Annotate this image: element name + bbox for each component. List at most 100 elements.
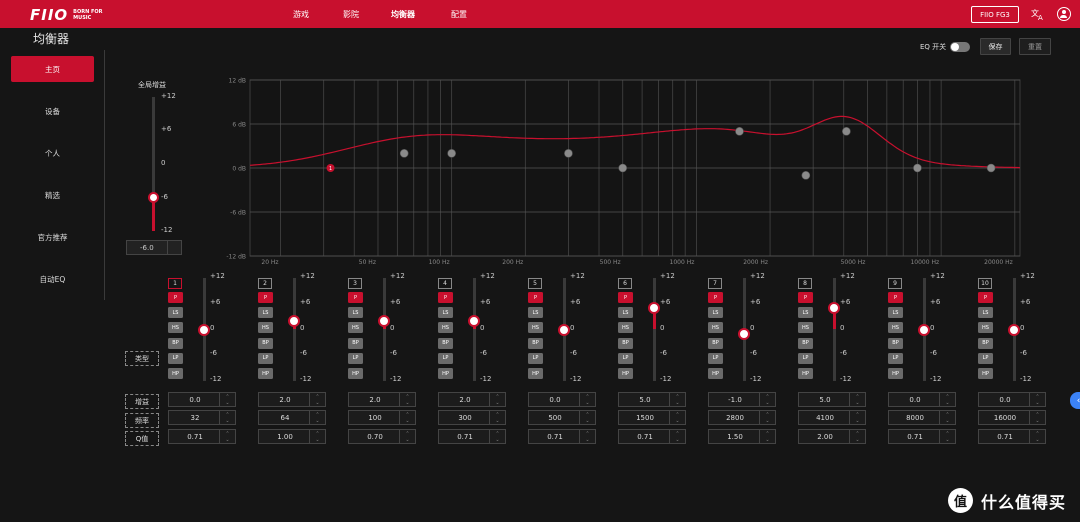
filter-type-button[interactable]: HS <box>528 322 543 334</box>
filter-type-button[interactable]: P <box>708 292 723 303</box>
band-gain-slider-thumb[interactable] <box>738 327 750 340</box>
filter-type-button[interactable]: HP <box>528 368 543 379</box>
band-gain-slider-thumb[interactable] <box>288 314 300 327</box>
band-number-label[interactable]: 7 <box>708 278 722 289</box>
filter-type-button[interactable]: LP <box>978 352 993 364</box>
filter-type-button[interactable]: LS <box>978 307 993 319</box>
band-q-input[interactable]: 0.71 ⌃ ⌄ <box>618 429 686 444</box>
filter-type-button[interactable]: HS <box>798 322 813 334</box>
filter-type-button[interactable]: BP <box>708 337 723 349</box>
band-number-label[interactable]: 1 <box>168 278 182 289</box>
filter-type-button[interactable]: HP <box>438 368 453 379</box>
band-q-input[interactable]: 0.71 ⌃ ⌄ <box>438 429 506 444</box>
band-gain-input[interactable]: 2.0 ⌃ ⌄ <box>438 392 506 407</box>
band-gain-input[interactable]: 2.0 ⌃ ⌄ <box>348 392 416 407</box>
filter-type-button[interactable]: LP <box>618 352 633 364</box>
band-freq-input[interactable]: 1500 ⌃ ⌄ <box>618 410 686 425</box>
band-gain-slider-thumb[interactable] <box>648 302 660 315</box>
stepper-arrows-icon[interactable]: ⌃ ⌄ <box>399 393 415 406</box>
filter-type-button[interactable]: LS <box>618 307 633 319</box>
band-freq-input[interactable]: 2800 ⌃ ⌄ <box>708 410 776 425</box>
band-gain-input[interactable]: 2.0 ⌃ ⌄ <box>258 392 326 407</box>
band-gain-track[interactable] <box>293 278 296 381</box>
band-number-label[interactable]: 5 <box>528 278 542 289</box>
band-freq-input[interactable]: 32 ⌃ ⌄ <box>168 410 236 425</box>
band-freq-input[interactable]: 300 ⌃ ⌄ <box>438 410 506 425</box>
filter-type-button[interactable]: LS <box>528 307 543 319</box>
filter-type-button[interactable]: HS <box>348 322 363 334</box>
band-gain-slider-thumb[interactable] <box>1008 323 1020 336</box>
band-q-input[interactable]: 0.71 ⌃ ⌄ <box>528 429 596 444</box>
stepper-arrows-icon[interactable]: ⌃ ⌄ <box>1029 393 1045 406</box>
filter-type-button[interactable]: LS <box>708 307 723 319</box>
band-gain-track[interactable] <box>383 278 386 381</box>
filter-type-button[interactable]: HP <box>258 368 273 379</box>
filter-type-button[interactable]: HS <box>168 322 183 334</box>
filter-type-button[interactable]: HS <box>618 322 633 334</box>
stepper-arrows-icon[interactable]: ⌃ ⌄ <box>399 411 415 424</box>
filter-type-button[interactable]: HP <box>798 368 813 379</box>
filter-type-button[interactable]: BP <box>528 337 543 349</box>
filter-type-button[interactable]: HS <box>438 322 453 334</box>
band-freq-input[interactable]: 500 ⌃ ⌄ <box>528 410 596 425</box>
band-number-label[interactable]: 6 <box>618 278 632 289</box>
stepper-arrows-icon[interactable]: ⌃ ⌄ <box>219 411 235 424</box>
filter-type-button[interactable]: HS <box>978 322 993 334</box>
stepper-arrows-icon[interactable]: ⌃ ⌄ <box>849 430 865 443</box>
band-number-label[interactable]: 4 <box>438 278 452 289</box>
band-freq-input[interactable]: 8000 ⌃ ⌄ <box>888 410 956 425</box>
stepper-arrows-icon[interactable]: ⌃ ⌄ <box>219 430 235 443</box>
filter-type-button[interactable]: HP <box>708 368 723 379</box>
stepper-arrows-icon[interactable]: ⌃ ⌄ <box>1029 430 1045 443</box>
filter-type-button[interactable]: HP <box>348 368 363 379</box>
filter-type-button[interactable]: BP <box>348 337 363 349</box>
band-gain-input[interactable]: -1.0 ⌃ ⌄ <box>708 392 776 407</box>
stepper-arrows-icon[interactable]: ⌃ ⌄ <box>309 430 325 443</box>
band-gain-input[interactable]: 0.0 ⌃ ⌄ <box>168 392 236 407</box>
filter-type-button[interactable]: BP <box>888 337 903 349</box>
filter-type-button[interactable]: HS <box>888 322 903 334</box>
filter-type-button[interactable]: LS <box>258 307 273 319</box>
filter-type-button[interactable]: HP <box>888 368 903 379</box>
filter-type-button[interactable]: P <box>798 292 813 303</box>
filter-type-button[interactable]: HP <box>168 368 183 379</box>
stepper-arrows-icon[interactable]: ⌃ ⌄ <box>489 430 505 443</box>
filter-type-button[interactable]: BP <box>798 337 813 349</box>
filter-type-button[interactable]: LS <box>888 307 903 319</box>
filter-type-button[interactable]: HP <box>618 368 633 379</box>
band-q-input[interactable]: 0.71 ⌃ ⌄ <box>168 429 236 444</box>
filter-type-button[interactable]: LP <box>888 352 903 364</box>
stepper-arrows-icon[interactable]: ⌃ ⌄ <box>669 411 685 424</box>
band-gain-input[interactable]: 5.0 ⌃ ⌄ <box>798 392 866 407</box>
stepper-arrows-icon[interactable]: ⌃ ⌄ <box>759 430 775 443</box>
stepper-arrows-icon[interactable]: ⌃ ⌄ <box>309 411 325 424</box>
band-q-input[interactable]: 1.50 ⌃ ⌄ <box>708 429 776 444</box>
filter-type-button[interactable]: LS <box>438 307 453 319</box>
band-gain-track[interactable] <box>473 278 476 381</box>
filter-type-button[interactable]: HP <box>978 368 993 379</box>
band-gain-slider-thumb[interactable] <box>918 323 930 336</box>
band-number-label[interactable]: 2 <box>258 278 272 289</box>
stepper-arrows-icon[interactable]: ⌃ ⌄ <box>579 411 595 424</box>
stepper-arrows-icon[interactable]: ⌃ ⌄ <box>219 393 235 406</box>
stepper-arrows-icon[interactable]: ⌃ ⌄ <box>849 411 865 424</box>
filter-type-button[interactable]: BP <box>618 337 633 349</box>
band-gain-input[interactable]: 0.0 ⌃ ⌄ <box>978 392 1046 407</box>
stepper-arrows-icon[interactable]: ⌃ ⌄ <box>579 393 595 406</box>
collapse-panel-button[interactable]: ‹ <box>1070 392 1080 409</box>
filter-type-button[interactable]: LP <box>798 352 813 364</box>
filter-type-button[interactable]: LS <box>798 307 813 319</box>
stepper-arrows-icon[interactable]: ⌃ ⌄ <box>939 393 955 406</box>
filter-type-button[interactable]: LP <box>168 352 183 364</box>
band-freq-input[interactable]: 100 ⌃ ⌄ <box>348 410 416 425</box>
band-gain-input[interactable]: 5.0 ⌃ ⌄ <box>618 392 686 407</box>
filter-type-button[interactable]: BP <box>438 337 453 349</box>
band-q-input[interactable]: 2.00 ⌃ ⌄ <box>798 429 866 444</box>
stepper-arrows-icon[interactable]: ⌃ ⌄ <box>489 411 505 424</box>
stepper-arrows-icon[interactable]: ⌃ ⌄ <box>849 393 865 406</box>
band-gain-input[interactable]: 0.0 ⌃ ⌄ <box>888 392 956 407</box>
band-gain-slider-thumb[interactable] <box>558 323 570 336</box>
filter-type-button[interactable]: BP <box>978 337 993 349</box>
band-q-input[interactable]: 0.71 ⌃ ⌄ <box>978 429 1046 444</box>
filter-type-button[interactable]: P <box>168 292 183 303</box>
